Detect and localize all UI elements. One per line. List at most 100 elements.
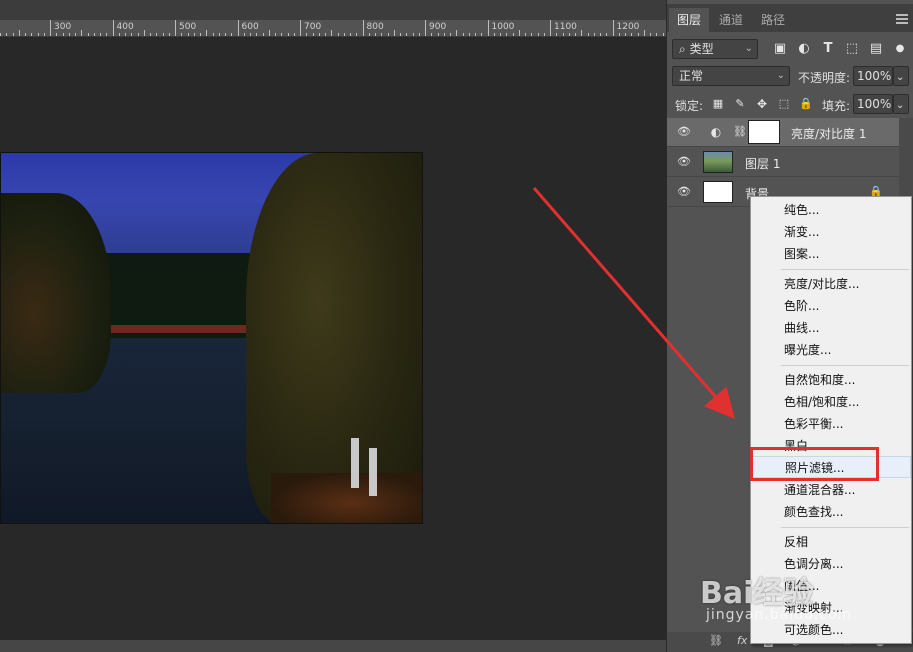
ruler-tick: [56, 33, 58, 36]
ruler-tick: [150, 33, 151, 36]
ruler-tick: [637, 33, 639, 36]
menu-item-hue-saturation[interactable]: 色相/饱和度...: [751, 391, 911, 413]
ruler-tick: [556, 33, 558, 36]
visibility-eye-icon[interactable]: 👁: [677, 156, 691, 168]
ruler-tick: [493, 33, 495, 36]
ruler-tick: [331, 30, 333, 36]
lock-position-icon[interactable]: ✥: [753, 95, 771, 113]
chevron-down-icon: ⌄: [744, 43, 753, 54]
ruler-tick: [443, 33, 445, 36]
menu-item-brightness-contrast[interactable]: 亮度/对比度...: [751, 273, 911, 295]
ruler-tick: [81, 30, 83, 36]
ruler-tick: [262, 33, 264, 36]
visibility-eye-icon[interactable]: 👁: [677, 186, 691, 198]
ruler-label: 500: [179, 22, 197, 32]
ruler-tick: [350, 33, 351, 36]
ruler-tick: [481, 33, 483, 36]
menu-item-invert[interactable]: 反相: [751, 531, 911, 553]
ruler-tick: [437, 33, 439, 36]
ruler-tick: [231, 33, 233, 36]
image-right-trees: [246, 153, 422, 523]
lock-label: 锁定:: [675, 99, 704, 113]
tab-layers[interactable]: 图层: [669, 8, 710, 32]
panel-menu-icon[interactable]: [896, 14, 908, 24]
opacity-input[interactable]: 100%: [853, 66, 893, 86]
filter-kind-select[interactable]: ⌕ 类型 ⌄: [672, 39, 758, 59]
layer-name[interactable]: 亮度/对比度 1: [791, 125, 867, 142]
link-icon[interactable]: ⛓: [709, 634, 723, 647]
filter-shape-icon[interactable]: ⬚: [843, 40, 861, 58]
ruler-tick: [581, 30, 583, 36]
lock-image-brush-icon[interactable]: ✎: [731, 95, 749, 113]
menu-item-pattern[interactable]: 图案...: [751, 243, 911, 265]
ruler-tick: [0, 33, 1, 36]
filter-adjustment-icon[interactable]: ◐: [795, 40, 813, 58]
adjustment-layer-icon: ◐: [710, 125, 722, 139]
tab-paths[interactable]: 路径: [753, 8, 793, 32]
tab-channels[interactable]: 通道: [711, 8, 751, 32]
opacity-dropdown[interactable]: ⌄: [893, 66, 909, 86]
layer-row-brightness-contrast[interactable]: 👁 ◐ ⛓ 亮度/对比度 1: [667, 118, 899, 147]
menu-item-curves[interactable]: 曲线...: [751, 317, 911, 339]
layer-thumbnail: [703, 181, 733, 203]
ruler-tick: [568, 33, 570, 36]
ruler-tick: [318, 33, 320, 36]
ruler-tick: [612, 20, 614, 36]
filter-pixel-icon[interactable]: ▣: [771, 40, 789, 58]
ruler-tick: [118, 33, 120, 36]
filter-toggle-icon[interactable]: ●: [891, 40, 909, 58]
ruler-tick: [606, 33, 608, 36]
ruler-tick: [256, 33, 258, 36]
ruler-tick: [243, 33, 245, 36]
filter-type-icon[interactable]: T: [819, 40, 837, 58]
ruler-tick: [162, 33, 164, 36]
ruler-tick: [362, 20, 364, 36]
fill-input[interactable]: 100%: [853, 94, 893, 114]
ruler-tick: [412, 33, 414, 36]
lock-all-icon[interactable]: 🔒: [797, 95, 815, 113]
image-trunk: [369, 448, 377, 496]
ruler-tick: [87, 33, 89, 36]
ruler-tick: [250, 33, 251, 36]
visibility-eye-icon[interactable]: 👁: [677, 126, 691, 138]
fill-dropdown[interactable]: ⌄: [893, 94, 909, 114]
ruler-tick: [525, 33, 526, 36]
ruler-label: 900: [429, 22, 447, 32]
lock-transparent-icon[interactable]: ▦: [709, 95, 727, 113]
ruler-tick: [656, 33, 658, 36]
ruler-tick: [343, 33, 345, 36]
layer-name[interactable]: 图层 1: [745, 155, 780, 172]
filter-smart-object-icon[interactable]: ▤: [867, 40, 885, 58]
menu-item-solid-color[interactable]: 纯色...: [751, 199, 911, 221]
ruler-tick: [37, 33, 39, 36]
ruler-tick: [393, 30, 395, 36]
link-chain-icon[interactable]: ⛓: [731, 123, 749, 141]
blend-mode-select[interactable]: 正常 ⌄: [672, 66, 790, 86]
chevron-down-icon: ⌄: [776, 70, 785, 81]
menu-item-color-balance[interactable]: 色彩平衡...: [751, 413, 911, 435]
menu-item-vibrance[interactable]: 自然饱和度...: [751, 369, 911, 391]
ruler-tick: [662, 33, 664, 36]
ruler-tick: [650, 33, 651, 36]
ruler-label: 800: [366, 22, 384, 32]
ruler-tick: [137, 33, 139, 36]
ruler-tick: [50, 20, 51, 36]
menu-item-color-lookup[interactable]: 颜色查找...: [751, 501, 911, 523]
menu-separator: [781, 269, 909, 270]
layer-mask-thumbnail[interactable]: [748, 120, 780, 144]
menu-item-levels[interactable]: 色阶...: [751, 295, 911, 317]
lock-artboard-icon[interactable]: ⬚: [775, 95, 793, 113]
layer-thumbnail: [703, 151, 733, 173]
ruler-tick: [468, 33, 470, 36]
menu-item-channel-mixer[interactable]: 通道混合器...: [751, 479, 911, 501]
fx-icon[interactable]: fx: [737, 634, 747, 647]
menu-item-exposure[interactable]: 曝光度...: [751, 339, 911, 361]
status-bar: [0, 640, 666, 652]
opacity-label: 不透明度:: [798, 71, 851, 85]
blend-mode-value: 正常: [679, 69, 704, 83]
ruler-tick: [112, 20, 114, 36]
layer-row-layer1[interactable]: 👁 图层 1: [667, 148, 899, 177]
ruler-tick: [131, 33, 133, 36]
menu-item-gradient[interactable]: 渐变...: [751, 221, 911, 243]
ruler-tick: [187, 33, 189, 36]
